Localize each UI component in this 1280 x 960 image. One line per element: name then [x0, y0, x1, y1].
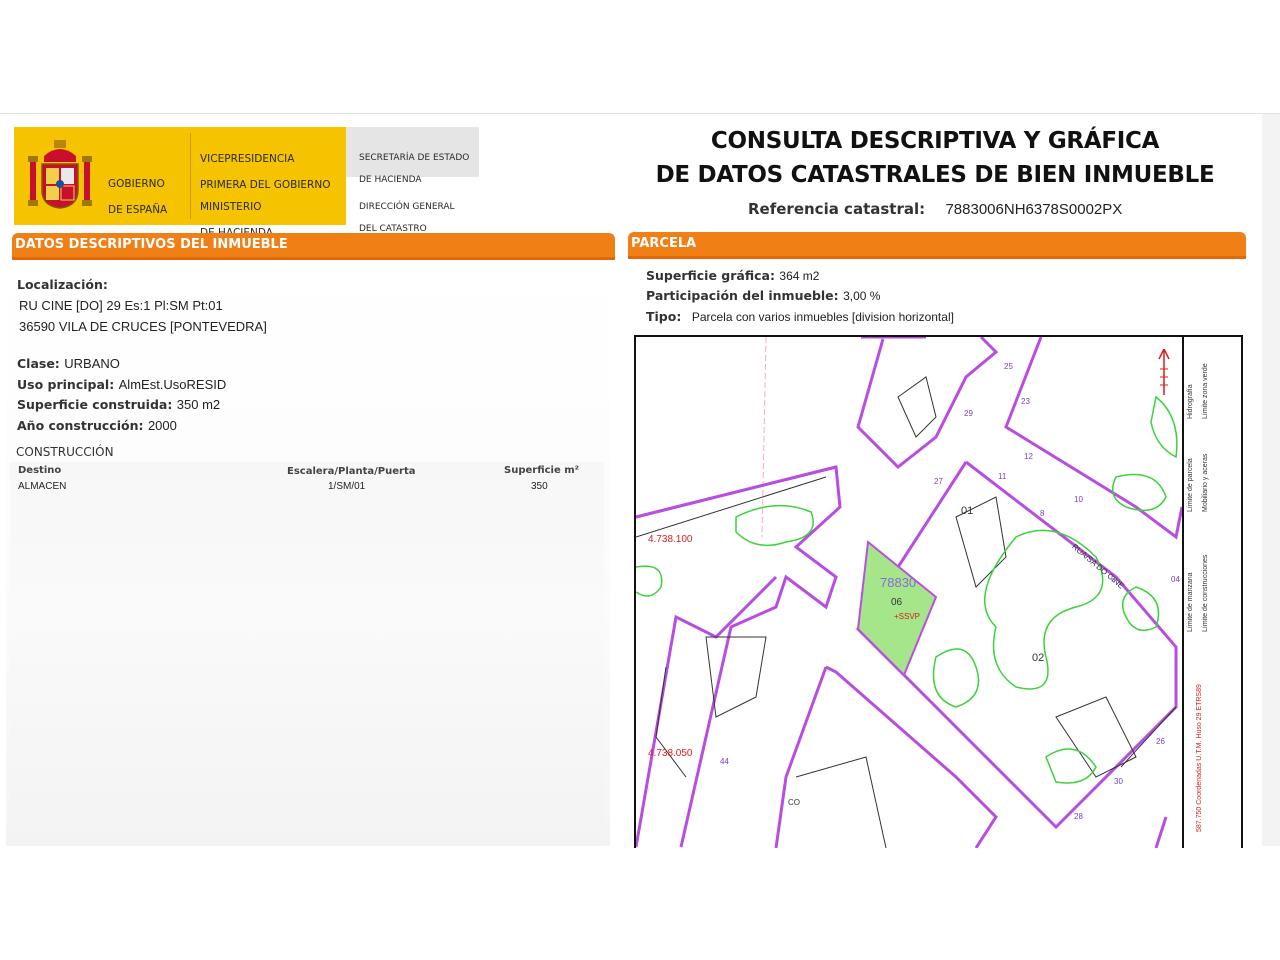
label-28: 28	[1074, 812, 1083, 821]
co-label: CO	[788, 798, 800, 807]
col-superficie: Superficie m²	[504, 465, 580, 476]
label-06: 06	[891, 597, 903, 608]
label-02: 02	[1032, 652, 1045, 664]
page-title-line2: DE DATOS CATASTRALES DE BIEN INMUEBLE	[655, 162, 1215, 188]
cadastral-map[interactable]: 4.738.100 4.738.050 78830 +SSVP RUA/SA D…	[634, 335, 1243, 848]
coord-bottom-label: 4.738.050	[648, 748, 693, 759]
top-divider	[0, 113, 1280, 114]
legend-coords: 587.750 Coordenadas U.T.M. Huso 29 ETRS8…	[1196, 684, 1203, 832]
label-25: 25	[1004, 362, 1013, 371]
parcela-superficie-label: Superficie gráfica:	[646, 268, 775, 283]
label-04: 04	[1171, 575, 1180, 584]
label-01: 01	[961, 505, 974, 517]
anio-value: 2000	[147, 418, 177, 433]
label-30: 30	[1114, 777, 1123, 786]
section-header-parcela: PARCELA	[628, 232, 1246, 259]
label-23: 23	[1021, 397, 1030, 406]
clase-row: Clase: URBANO	[17, 355, 120, 373]
referencia-catastral: Referencia catastral: 7883006NH6378S0002…	[748, 200, 1122, 218]
parcela-superficie-row: Superficie gráfica: 364 m2	[646, 267, 819, 285]
page-title-line1: CONSULTA DESCRIPTIVA Y GRÁFICA	[710, 128, 1160, 154]
parcel-number: 78830	[880, 575, 917, 590]
superficie-label: Superficie construida:	[17, 397, 173, 412]
label-12: 12	[1024, 452, 1033, 461]
label-08: 8	[1040, 509, 1045, 518]
dir-line1: DIRECCIÓN GENERAL	[359, 202, 455, 212]
participacion-row: Participación del inmueble: 3,00 %	[646, 287, 880, 305]
coord-top-label: 4.738.100	[648, 534, 693, 545]
sec-line2: DE HACIENDA	[359, 175, 422, 185]
sec-line1: SECRETARÍA DE ESTADO	[359, 153, 470, 163]
legend-mobiliario: Mobiliario y aceras	[1202, 453, 1209, 512]
scrollbar-track[interactable]	[1262, 114, 1280, 846]
anio-label: Año construcción:	[17, 418, 144, 433]
cell-superficie: 350	[531, 481, 548, 492]
participacion-label: Participación del inmueble:	[646, 288, 839, 303]
localizacion-label: Localización:	[17, 277, 108, 292]
clase-value: URBANO	[64, 356, 120, 371]
label-29: 29	[964, 409, 973, 418]
label-11: 11	[998, 472, 1007, 481]
parcela-superficie-value: 364 m2	[779, 269, 820, 283]
label-27: 27	[934, 477, 943, 486]
coat-of-arms-icon	[28, 140, 92, 209]
construccion-table-bg	[10, 462, 604, 846]
gobierno-line2: DE ESPAÑA	[108, 204, 168, 216]
superficie-value: 350 m2	[176, 397, 221, 412]
tipo-row: Tipo: Parcela con varios inmuebles [divi…	[646, 308, 954, 326]
legend-parcela: Límite de parcela	[1187, 458, 1194, 512]
superficie-row: Superficie construida: 350 m2	[17, 396, 220, 414]
col-escalera: Escalera/Planta/Puerta	[287, 466, 416, 477]
cell-destino: ALMACEN	[18, 481, 67, 492]
logo-divider	[190, 133, 191, 219]
secretaria-text: SECRETARÍA DE ESTADO DE HACIENDA	[359, 142, 469, 197]
min-line1: MINISTERIO	[200, 201, 262, 213]
label-05: 5	[1111, 575, 1116, 584]
cell-escalera: 1/SM/01	[328, 481, 366, 492]
gobierno-text: GOBIERNO DE ESPAÑA	[108, 165, 167, 230]
legend-construcciones: Límite de construcciones	[1202, 554, 1209, 632]
ref-value[interactable]: 7883006NH6378S0002PX	[945, 201, 1122, 218]
ssvp-label: +SSVP	[894, 612, 921, 621]
legend-divider	[1182, 337, 1184, 848]
construccion-title: CONSTRUCCIÓN	[16, 445, 114, 459]
tipo-value: Parcela con varios inmuebles [division h…	[691, 310, 954, 324]
gobierno-line1: GOBIERNO	[108, 178, 165, 190]
legend-manzana: Límite de manzana	[1187, 572, 1194, 632]
north-arrow-icon	[1158, 349, 1170, 395]
col-destino: Destino	[18, 465, 62, 476]
uso-row: Uso principal: AlmEst.UsoRESID	[17, 376, 226, 394]
section-header-datos: DATOS DESCRIPTIVOS DEL INMUEBLE	[12, 233, 615, 260]
legend-verde: Límite zona verde	[1202, 363, 1209, 419]
map-drawing	[636, 337, 1182, 848]
tipo-label: Tipo:	[646, 309, 682, 324]
label-10: 10	[1074, 495, 1083, 504]
participacion-value: 3,00 %	[843, 289, 881, 303]
label-26: 26	[1156, 737, 1165, 746]
address-line1: RU CINE [DO] 29 Es:1 Pl:SM Pt:01	[19, 298, 223, 313]
ref-label: Referencia catastral:	[748, 200, 926, 218]
uso-value: AlmEst.UsoRESID	[118, 377, 227, 392]
address-line2: 36590 VILA DE CRUCES [PONTEVEDRA]	[19, 319, 267, 334]
legend-hidrografia: Hidrografía	[1187, 384, 1194, 419]
anio-row: Año construcción: 2000	[17, 417, 177, 435]
uso-label: Uso principal:	[17, 377, 115, 392]
vice-line1: VICEPRESIDENCIA	[200, 153, 295, 165]
label-44: 44	[720, 757, 729, 766]
clase-label: Clase:	[17, 356, 60, 371]
